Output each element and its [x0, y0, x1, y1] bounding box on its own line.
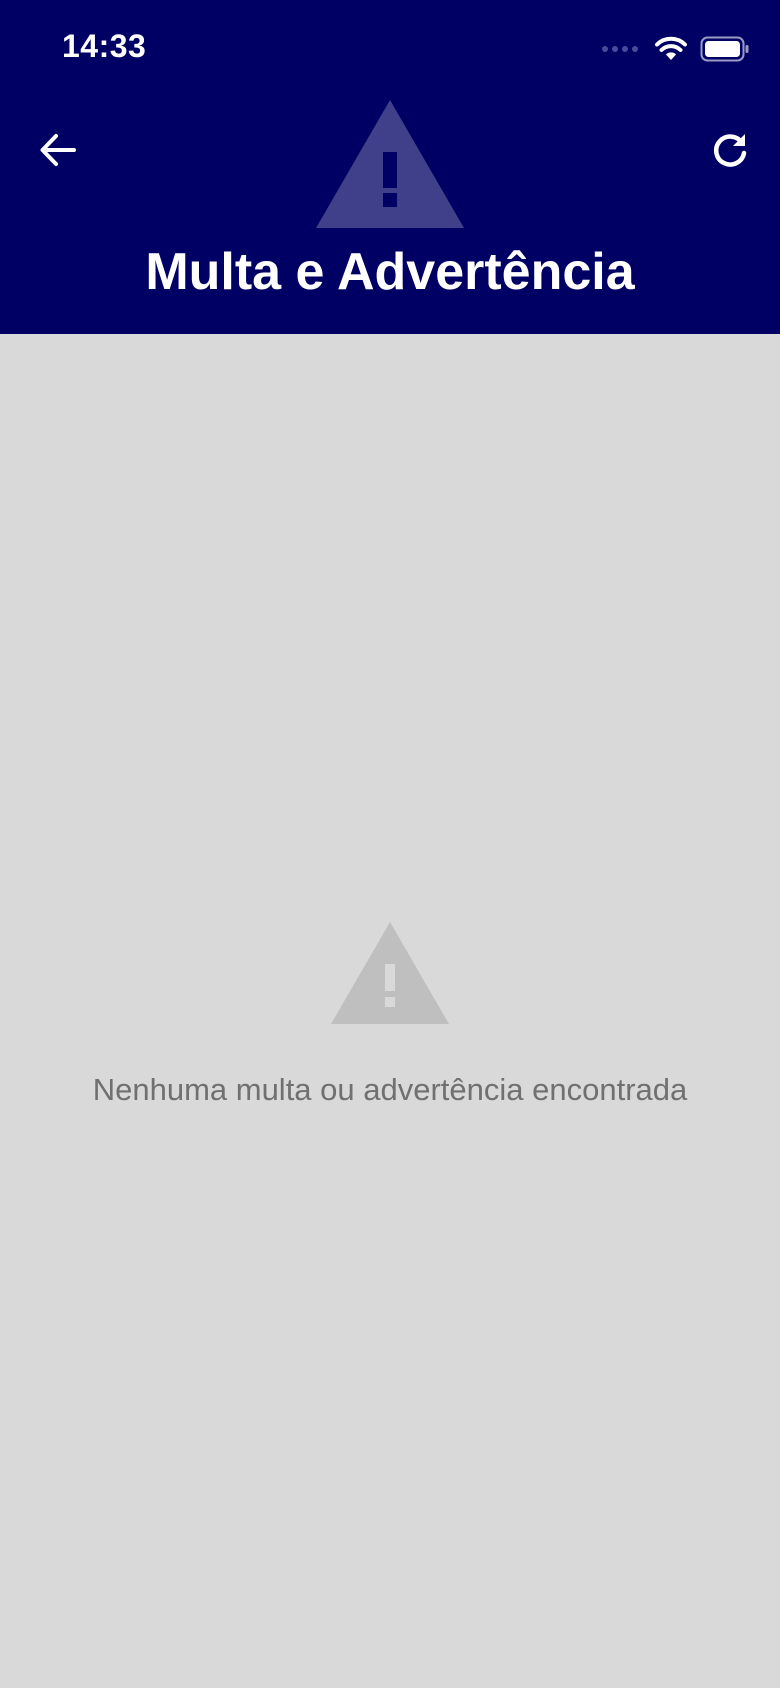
empty-state-message: Nenhuma multa ou advertência encontrada — [92, 1072, 688, 1107]
arrow-left-icon — [40, 134, 76, 166]
signal-dots-icon — [602, 46, 638, 52]
refresh-icon — [714, 134, 747, 167]
back-button[interactable] — [34, 126, 82, 174]
empty-state: Nenhuma multa ou advertência encontrada — [0, 922, 780, 1110]
page-title: Multa e Advertência — [145, 243, 635, 301]
warning-triangle-icon — [316, 100, 464, 228]
refresh-button[interactable] — [706, 126, 754, 174]
app-header: 14:33 Multa e Advertência — [0, 0, 780, 334]
warning-triangle-icon — [331, 922, 449, 1024]
wifi-icon — [655, 36, 687, 60]
battery-icon — [700, 36, 749, 62]
status-time: 14:33 — [62, 28, 147, 64]
status-icons — [602, 34, 750, 64]
